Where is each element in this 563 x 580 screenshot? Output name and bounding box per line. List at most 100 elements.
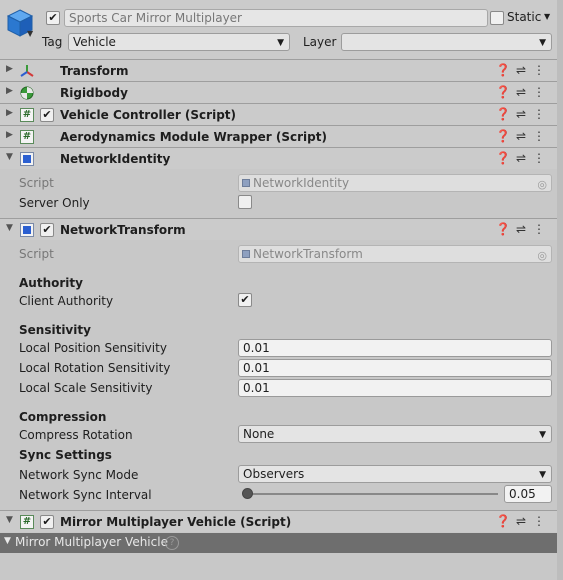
static-checkbox[interactable] [490, 11, 504, 25]
gameobject-active-checkbox[interactable]: ✔ [46, 11, 60, 25]
script-object-value: NetworkTransform [253, 247, 363, 261]
menu-icon[interactable]: ⋮ [531, 222, 549, 236]
fold-right-icon[interactable]: ▶ [6, 64, 13, 74]
fold-right-icon[interactable]: ▶ [6, 130, 13, 140]
script-hash-icon: # [20, 108, 34, 122]
settings-icon[interactable]: ⇌ [513, 85, 531, 99]
settings-icon[interactable]: ⇌ [513, 63, 531, 77]
script-label: Script [19, 247, 54, 261]
network-sync-interval-field[interactable]: 0.05 [504, 485, 552, 503]
menu-icon[interactable]: ⋮ [531, 514, 549, 528]
tag-dropdown-value: Vehicle [73, 35, 116, 49]
help-icon[interactable]: ? [165, 536, 179, 550]
layer-label: Layer [303, 35, 337, 49]
menu-icon[interactable]: ⋮ [531, 85, 549, 99]
transform-axes-icon [20, 65, 34, 77]
component-rigidbody-header[interactable]: ▶ Rigidbody ❓ ⇌ ⋮ [0, 81, 557, 103]
script-hash-icon: # [20, 130, 34, 144]
object-picker-icon[interactable]: ◎ [537, 248, 547, 264]
settings-icon[interactable]: ⇌ [513, 107, 531, 121]
script-hash-icon: # [20, 515, 34, 529]
menu-icon[interactable]: ⋮ [531, 107, 549, 121]
static-label: Static [507, 10, 542, 24]
mirror-vehicle-foldout[interactable]: ▼ Mirror Multiplayer Vehicle ? [0, 533, 557, 553]
help-icon[interactable]: ❓ [495, 63, 513, 77]
component-transform-header[interactable]: ▶ Transform ❓ ⇌ ⋮ [0, 59, 557, 81]
local-rotation-sensitivity-field[interactable]: 0.01 [238, 359, 552, 377]
compress-rotation-dropdown[interactable]: None ▼ [238, 425, 552, 443]
component-vehicle-controller-header[interactable]: ▶ # ✔ Vehicle Controller (Script) ❓ ⇌ ⋮ [0, 103, 557, 125]
network-square-icon [23, 155, 31, 163]
settings-icon[interactable]: ⇌ [513, 151, 531, 165]
component-aero-header[interactable]: ▶ # Aerodynamics Module Wrapper (Script)… [0, 125, 557, 147]
menu-icon[interactable]: ⋮ [531, 129, 549, 143]
mirror-vehicle-foldout-label: Mirror Multiplayer Vehicle [15, 535, 168, 549]
help-icon[interactable]: ❓ [495, 151, 513, 165]
component-title: NetworkIdentity [60, 152, 171, 166]
settings-icon[interactable]: ⇌ [513, 222, 531, 236]
settings-icon[interactable]: ⇌ [513, 129, 531, 143]
server-only-checkbox[interactable] [238, 195, 252, 209]
fold-down-icon[interactable]: ▼ [6, 515, 13, 525]
menu-icon[interactable]: ⋮ [531, 63, 549, 77]
component-enabled-checkbox[interactable]: ✔ [40, 223, 54, 237]
script-object-value: NetworkIdentity [253, 176, 350, 190]
help-icon[interactable]: ❓ [495, 85, 513, 99]
local-position-sensitivity-label: Local Position Sensitivity [19, 341, 167, 355]
client-authority-checkbox[interactable]: ✔ [238, 293, 252, 307]
gameobject-name-field[interactable]: Sports Car Mirror Multiplayer [64, 9, 488, 27]
authority-header: Authority [19, 276, 83, 290]
script-label: Script [19, 176, 54, 190]
component-mirror-vehicle-header[interactable]: ▼ # ✔ Mirror Multiplayer Vehicle (Script… [0, 510, 557, 532]
compression-header: Compression [19, 410, 107, 424]
client-authority-label: Client Authority [19, 294, 114, 308]
tag-label: Tag [42, 35, 63, 49]
fold-right-icon[interactable]: ▶ [6, 86, 13, 96]
local-scale-sensitivity-field[interactable]: 0.01 [238, 379, 552, 397]
component-network-identity-header[interactable]: ▼ NetworkIdentity ❓ ⇌ ⋮ [0, 147, 557, 169]
fold-down-icon[interactable]: ▼ [6, 152, 13, 162]
network-sync-mode-dropdown[interactable]: Observers ▼ [238, 465, 552, 483]
tag-dropdown[interactable]: Vehicle ▼ [68, 33, 290, 51]
help-icon[interactable]: ❓ [495, 129, 513, 143]
server-only-label: Server Only [19, 196, 90, 210]
inspector-scrollbar[interactable] [557, 0, 563, 580]
component-enabled-checkbox[interactable]: ✔ [40, 108, 54, 122]
script-object-field[interactable]: NetworkIdentity ◎ [238, 174, 552, 192]
settings-icon[interactable]: ⇌ [513, 514, 531, 528]
chevron-down-icon: ▼ [539, 38, 546, 48]
component-tools: ❓ ⇌ ⋮ [495, 514, 549, 528]
component-title: Vehicle Controller (Script) [60, 108, 237, 122]
rigidbody-icon [20, 86, 34, 100]
component-tools: ❓ ⇌ ⋮ [495, 151, 549, 165]
sync-interval-slider-knob[interactable] [242, 488, 253, 499]
local-position-sensitivity-field[interactable]: 0.01 [238, 339, 552, 357]
layer-dropdown[interactable]: ▼ [341, 33, 552, 51]
component-title: Transform [60, 64, 129, 78]
sensitivity-header: Sensitivity [19, 323, 91, 337]
network-square-icon [23, 226, 31, 234]
sync-interval-slider-track[interactable] [244, 493, 498, 495]
help-icon[interactable]: ❓ [495, 107, 513, 121]
network-sync-interval-label: Network Sync Interval [19, 488, 152, 502]
local-rotation-sensitivity-label: Local Rotation Sensitivity [19, 361, 171, 375]
script-asset-icon [242, 250, 250, 258]
compress-rotation-value: None [243, 427, 275, 441]
fold-right-icon[interactable]: ▶ [6, 108, 13, 118]
component-tools: ❓ ⇌ ⋮ [495, 63, 549, 77]
script-object-field[interactable]: NetworkTransform ◎ [238, 245, 552, 263]
static-dropdown-icon[interactable]: ▼ [544, 12, 550, 21]
chevron-down-icon: ▼ [539, 430, 546, 440]
component-tools: ❓ ⇌ ⋮ [495, 107, 549, 121]
help-icon[interactable]: ❓ [495, 514, 513, 528]
menu-icon[interactable]: ⋮ [531, 151, 549, 165]
chevron-down-icon: ▼ [539, 470, 546, 480]
component-network-transform-header[interactable]: ▼ ✔ NetworkTransform ❓ ⇌ ⋮ [0, 218, 557, 240]
icon-dropdown-arrow-icon[interactable]: ▼ [27, 29, 33, 38]
fold-down-icon[interactable]: ▼ [4, 536, 11, 546]
object-picker-icon[interactable]: ◎ [537, 177, 547, 193]
local-scale-sensitivity-label: Local Scale Sensitivity [19, 381, 153, 395]
fold-down-icon[interactable]: ▼ [6, 223, 13, 233]
component-enabled-checkbox[interactable]: ✔ [40, 515, 54, 529]
help-icon[interactable]: ❓ [495, 222, 513, 236]
